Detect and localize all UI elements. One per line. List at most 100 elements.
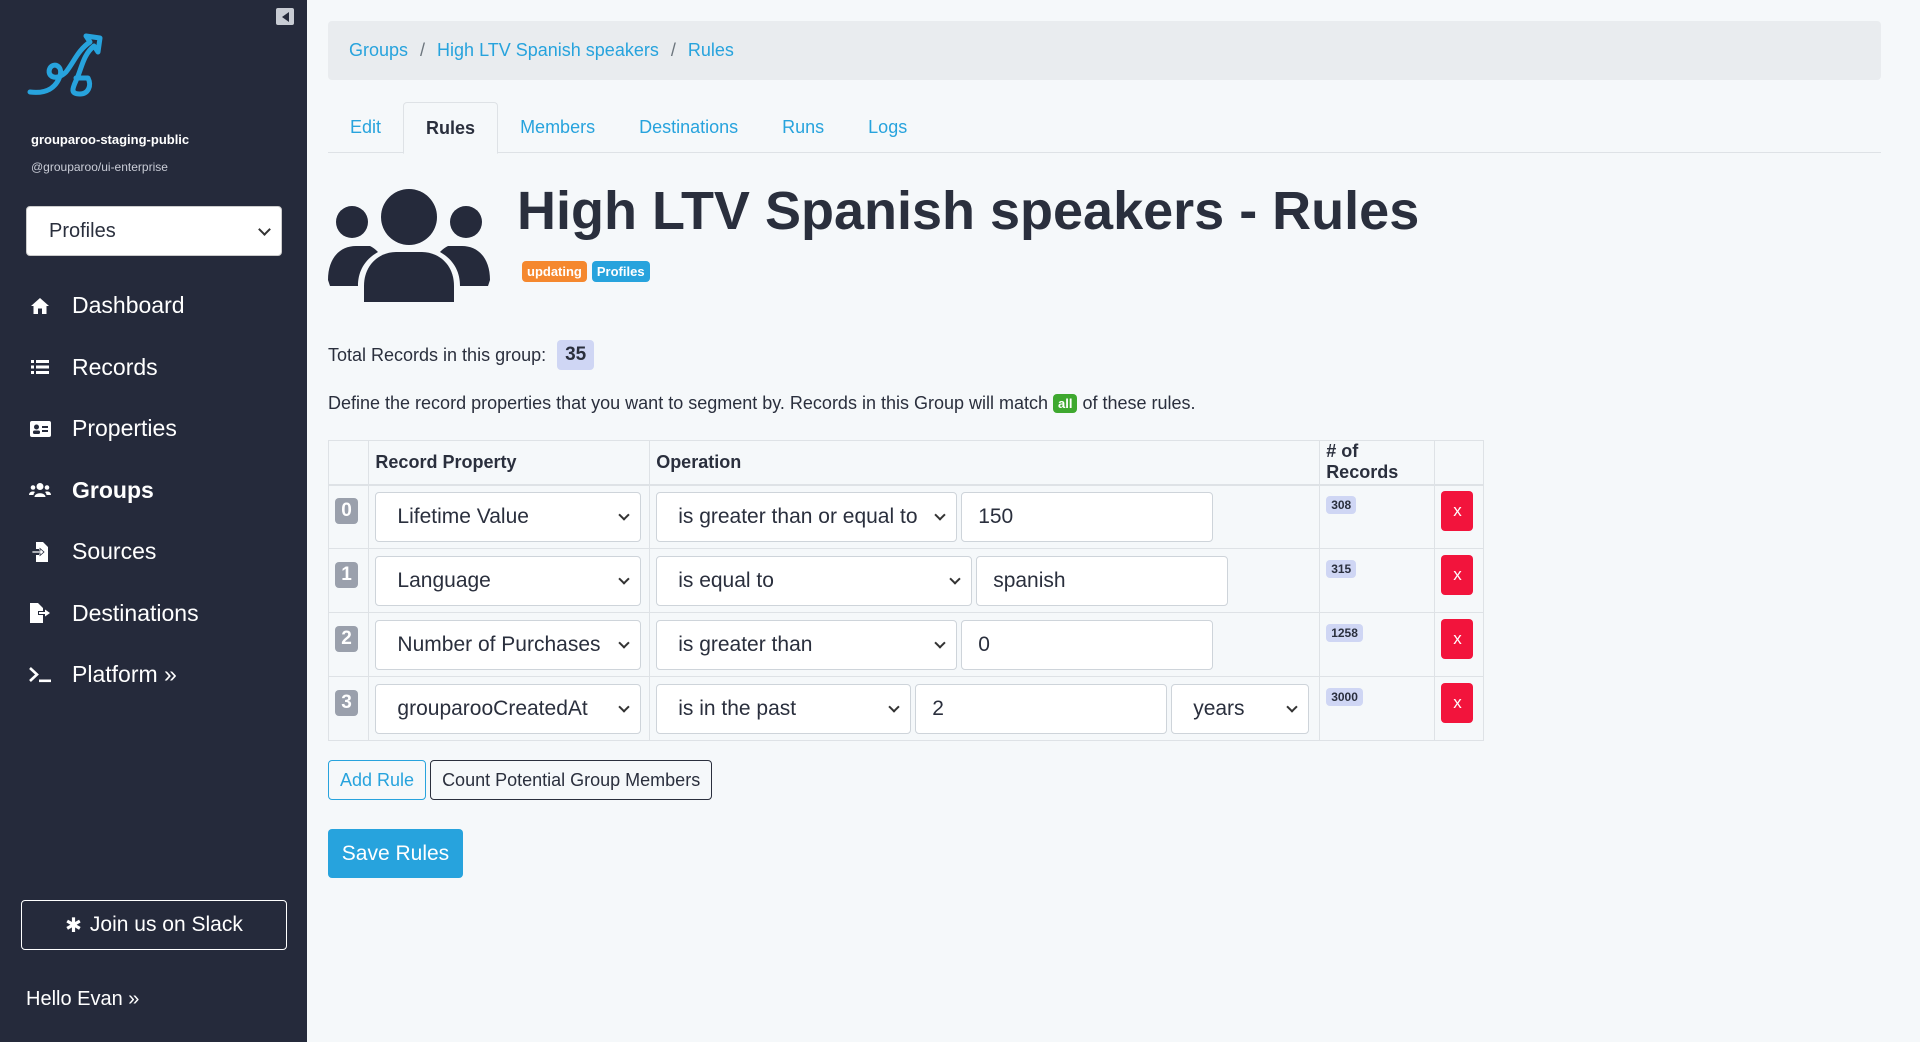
operation-select[interactable]: is greater than [656, 619, 958, 670]
sidebar-item-dashboard[interactable]: Dashboard [0, 275, 307, 337]
add-rule-button[interactable]: Add Rule [328, 760, 427, 800]
rule-value-input[interactable]: 0 [961, 619, 1214, 670]
rules-description: Define the record properties that you wa… [328, 393, 1196, 414]
user-menu-link[interactable]: Hello Evan » [26, 988, 139, 1011]
collapse-sidebar-icon[interactable] [276, 8, 294, 25]
sidebar-nav: Dashboard Records Properties Groups Sour… [0, 275, 307, 706]
list-icon [29, 356, 51, 378]
rule-index: 1 [335, 561, 358, 588]
sidebar-item-destinations[interactable]: Destinations [0, 583, 307, 645]
total-records: Total Records in this group: 35 [328, 340, 595, 370]
delete-rule-button[interactable]: x [1441, 554, 1474, 595]
slack-icon: ✱ [65, 914, 82, 937]
property-select-value: Language [397, 568, 491, 592]
home-icon [29, 295, 51, 317]
operation-select[interactable]: is greater than or equal to [656, 491, 958, 542]
badges: updating Profiles [522, 261, 650, 282]
sidebar-item-label: Records [72, 353, 158, 380]
rule-index: 0 [335, 497, 358, 524]
delete-rule-button[interactable]: x [1441, 618, 1474, 659]
model-badge: Profiles [591, 261, 650, 282]
property-select-value: grouparooCreatedAt [397, 696, 588, 720]
column-header-index [327, 440, 370, 486]
tab-rules[interactable]: Rules [403, 102, 499, 154]
model-select[interactable]: Profiles [26, 206, 282, 256]
sidebar-item-label: Dashboard [72, 292, 185, 319]
chevron-down-icon [618, 700, 631, 713]
operation-select-value: is greater than or equal to [678, 504, 918, 528]
breadcrumb-group[interactable]: High LTV Spanish speakers [437, 40, 659, 61]
grouparoo-logo[interactable] [26, 32, 110, 100]
breadcrumb-rules[interactable]: Rules [688, 40, 734, 61]
operation-select-value: is in the past [678, 696, 797, 720]
rules-description-text: Define the record properties that you wa… [328, 393, 1049, 413]
sidebar-item-platform[interactable]: Platform » [0, 644, 307, 706]
tab-runs[interactable]: Runs [760, 102, 846, 153]
table-row: 0 Lifetime Value is greater than or equa… [327, 484, 1484, 549]
file-export-icon [29, 602, 51, 624]
table-header-row: Record Property Operation # of Records [327, 440, 1484, 486]
breadcrumb-groups[interactable]: Groups [349, 40, 408, 61]
total-records-label: Total Records in this group: [328, 344, 547, 365]
sidebar-item-label: Groups [72, 476, 154, 503]
rule-value-input[interactable]: 150 [961, 491, 1214, 542]
join-slack-button[interactable]: ✱ Join us on Slack [21, 900, 287, 950]
model-select-value: Profiles [49, 219, 116, 242]
delete-rule-button[interactable]: x [1441, 682, 1474, 723]
sidebar-item-sources[interactable]: Sources [0, 521, 307, 583]
status-badge: updating [522, 261, 587, 282]
page-title: High LTV Spanish speakers - Rules [517, 181, 1420, 241]
tab-destinations[interactable]: Destinations [617, 102, 760, 153]
chevron-down-icon [618, 572, 631, 585]
rule-value-input[interactable]: 2 [915, 683, 1168, 734]
unit-select-value: years [1193, 696, 1245, 720]
rule-record-count: 315 [1326, 559, 1357, 578]
group-tabs: Edit Rules Members Destinations Runs Log… [328, 102, 1881, 154]
count-members-button[interactable]: Count Potential Group Members [430, 760, 713, 800]
property-select-value: Number of Purchases [397, 632, 601, 656]
operation-select[interactable]: is in the past [656, 683, 912, 734]
id-card-icon [29, 418, 51, 440]
users-icon [328, 189, 490, 302]
total-records-count: 35 [557, 340, 595, 370]
unit-select[interactable]: years [1171, 683, 1310, 734]
sidebar-item-label: Sources [72, 538, 157, 565]
chevron-down-icon [258, 223, 271, 236]
operation-select-value: is equal to [678, 568, 774, 592]
delete-rule-button[interactable]: x [1441, 490, 1474, 531]
slack-button-label: Join us on Slack [89, 913, 243, 936]
chevron-down-icon [949, 572, 961, 585]
table-row: 1 Language is equal to spanish 315 x [327, 548, 1484, 613]
column-header-property: Record Property [368, 440, 651, 486]
chevron-down-icon [618, 636, 631, 649]
save-rules-button[interactable]: Save Rules [328, 829, 463, 878]
tab-logs[interactable]: Logs [846, 102, 929, 153]
org-handle: @grouparoo/ui-enterprise [31, 160, 168, 174]
sidebar-item-label: Destinations [72, 599, 199, 626]
chevron-down-icon [618, 509, 631, 521]
sidebar-item-records[interactable]: Records [0, 337, 307, 399]
sidebar-item-label: Properties [72, 415, 177, 442]
file-import-icon [29, 541, 51, 563]
users-icon [29, 479, 51, 501]
property-select[interactable]: grouparooCreatedAt [375, 683, 642, 734]
property-select-value: Lifetime Value [397, 504, 529, 528]
sidebar: grouparoo-staging-public @grouparoo/ui-e… [0, 0, 307, 1042]
sidebar-item-groups[interactable]: Groups [0, 460, 307, 522]
property-select[interactable]: Language [375, 555, 642, 606]
breadcrumb-separator: / [420, 40, 426, 60]
table-row: 2 Number of Purchases is greater than 0 1… [327, 612, 1484, 677]
property-select[interactable]: Lifetime Value [375, 491, 642, 542]
operation-select-value: is greater than [678, 632, 813, 656]
rule-value-input[interactable]: spanish [976, 555, 1229, 606]
breadcrumb: Groups / High LTV Spanish speakers / Rul… [328, 21, 1881, 80]
chevron-down-icon [934, 509, 946, 521]
property-select[interactable]: Number of Purchases [375, 619, 642, 670]
rule-index: 3 [335, 689, 358, 716]
operation-select[interactable]: is equal to [656, 555, 973, 606]
tab-members[interactable]: Members [498, 102, 617, 153]
chevron-down-icon [1286, 700, 1298, 713]
sidebar-item-properties[interactable]: Properties [0, 398, 307, 460]
rule-record-count: 308 [1326, 495, 1357, 514]
tab-edit[interactable]: Edit [328, 102, 403, 153]
